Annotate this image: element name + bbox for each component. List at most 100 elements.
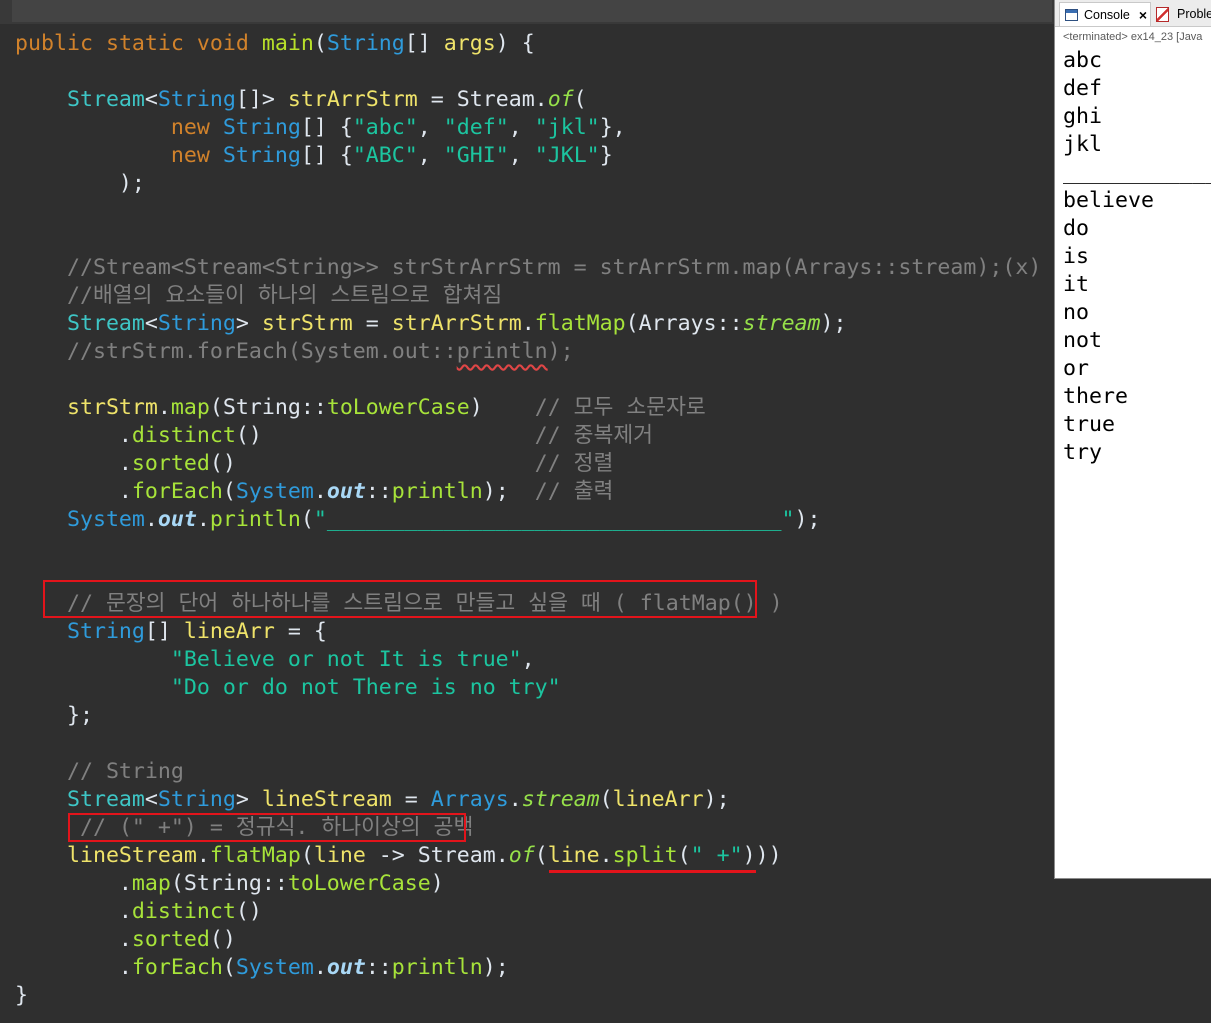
method-token[interactable]: distinct bbox=[132, 423, 236, 448]
code-text[interactable] bbox=[15, 759, 67, 784]
code-text[interactable]: , bbox=[418, 115, 444, 140]
keyword-token[interactable]: new bbox=[171, 115, 210, 140]
code-text[interactable]: > bbox=[236, 311, 262, 336]
code-text[interactable] bbox=[184, 31, 197, 56]
comment-flagged-token[interactable]: println bbox=[457, 339, 548, 364]
code-text[interactable]: . bbox=[314, 955, 327, 980]
comment[interactable]: // 정렬 bbox=[535, 451, 614, 476]
code-text[interactable] bbox=[15, 647, 171, 672]
code-text[interactable] bbox=[15, 143, 171, 168]
code-text[interactable]: }, bbox=[600, 115, 626, 140]
code-line[interactable] bbox=[0, 730, 1054, 758]
code-text[interactable]: . bbox=[15, 451, 132, 476]
code-area[interactable]: public static void main(String[] args) {… bbox=[0, 30, 1054, 1023]
code-line[interactable]: "Believe or not It is true", bbox=[0, 646, 1054, 674]
static-method-token[interactable]: of bbox=[548, 87, 574, 112]
code-text[interactable]: . bbox=[158, 395, 171, 420]
code-text[interactable]: . bbox=[522, 311, 535, 336]
tab-console[interactable]: Console × bbox=[1059, 2, 1151, 26]
string-literal[interactable]: "Believe or not It is true" bbox=[171, 647, 522, 672]
code-line[interactable]: System.out.println("____________________… bbox=[0, 506, 1054, 534]
class-name-token[interactable]: String bbox=[223, 115, 301, 140]
code-text[interactable] bbox=[15, 843, 67, 868]
code-line[interactable]: ); bbox=[0, 170, 1054, 198]
comment[interactable]: // 모두 소문자로 bbox=[535, 395, 706, 420]
code-text[interactable]: = { bbox=[275, 619, 327, 644]
static-field-token[interactable]: out bbox=[327, 479, 366, 504]
comment[interactable]: //strStrm.forEach(System.out:: bbox=[67, 339, 457, 364]
comment[interactable]: //Stream<Stream<String>> strStrArrStrm =… bbox=[67, 255, 1041, 280]
code-text[interactable]: = bbox=[353, 311, 392, 336]
code-line[interactable]: strStrm.map(String::toLowerCase) // 모두 소… bbox=[0, 394, 1054, 422]
method-token[interactable]: println bbox=[210, 507, 301, 532]
code-line[interactable]: .sorted() bbox=[0, 926, 1054, 954]
method-token[interactable]: map bbox=[171, 395, 210, 420]
code-text[interactable]: . bbox=[145, 507, 158, 532]
code-text[interactable]: ))) bbox=[743, 843, 782, 868]
code-line[interactable]: }; bbox=[0, 702, 1054, 730]
code-line[interactable] bbox=[0, 534, 1054, 562]
method-declaration-token[interactable]: main bbox=[262, 31, 314, 56]
code-line[interactable] bbox=[0, 366, 1054, 394]
string-literal[interactable]: "abc" bbox=[353, 115, 418, 140]
static-field-token[interactable]: out bbox=[158, 507, 197, 532]
keyword-token[interactable]: public bbox=[15, 31, 93, 56]
code-text[interactable]: ( bbox=[301, 843, 314, 868]
class-name-token[interactable]: String bbox=[67, 619, 145, 644]
code-text[interactable]: :: bbox=[366, 955, 392, 980]
string-literal[interactable]: "Do or do not There is no try" bbox=[171, 675, 561, 700]
code-line[interactable]: .distinct() bbox=[0, 898, 1054, 926]
code-line[interactable]: //Stream<Stream<String>> strStrArrStrm =… bbox=[0, 254, 1054, 282]
class-name-token[interactable]: String bbox=[158, 311, 236, 336]
keyword-token[interactable]: void bbox=[197, 31, 249, 56]
code-text[interactable] bbox=[15, 255, 67, 280]
static-method-token[interactable]: of bbox=[509, 843, 535, 868]
code-text[interactable]: ) bbox=[470, 395, 535, 420]
code-text[interactable]: . bbox=[509, 787, 522, 812]
code-text[interactable]: , bbox=[509, 143, 535, 168]
code-line[interactable]: Stream<String> lineStream = Arrays.strea… bbox=[0, 786, 1054, 814]
code-line[interactable]: .distinct() // 중복제거 bbox=[0, 422, 1054, 450]
code-editor[interactable]: public static void main(String[] args) {… bbox=[0, 0, 1054, 1023]
variable-token[interactable]: lineStream bbox=[262, 787, 392, 812]
code-text[interactable]: ( bbox=[574, 87, 587, 112]
console-panel[interactable]: Console × Probler <terminated> ex14_23 [… bbox=[1054, 0, 1211, 879]
code-text[interactable]: ( bbox=[301, 507, 314, 532]
code-text[interactable] bbox=[15, 283, 67, 308]
code-text[interactable]: } bbox=[600, 143, 613, 168]
code-text[interactable] bbox=[15, 311, 67, 336]
code-text[interactable]: ( bbox=[678, 843, 691, 868]
code-text[interactable]: () bbox=[210, 451, 535, 476]
code-text[interactable] bbox=[15, 619, 67, 644]
code-text[interactable] bbox=[93, 31, 106, 56]
code-text[interactable]: . bbox=[15, 955, 132, 980]
comment[interactable]: // 출력 bbox=[535, 479, 614, 504]
comment[interactable]: ); bbox=[548, 339, 574, 364]
code-text[interactable] bbox=[15, 395, 67, 420]
static-method-token[interactable]: stream bbox=[743, 311, 821, 336]
code-text[interactable]: -> Stream. bbox=[366, 843, 509, 868]
method-token[interactable]: map bbox=[132, 871, 171, 896]
static-field-token[interactable]: out bbox=[327, 955, 366, 980]
string-literal[interactable]: "GHI" bbox=[444, 143, 509, 168]
code-text[interactable]: } bbox=[15, 983, 28, 1008]
code-text[interactable]: [] bbox=[405, 31, 444, 56]
code-line[interactable]: .map(String::toLowerCase) bbox=[0, 870, 1054, 898]
method-token[interactable]: println bbox=[392, 479, 483, 504]
code-text[interactable]: < bbox=[145, 87, 158, 112]
class-name-token[interactable]: String bbox=[158, 787, 236, 812]
class-name-token[interactable]: Arrays bbox=[431, 787, 509, 812]
code-line[interactable]: // String bbox=[0, 758, 1054, 786]
interface-name-token[interactable]: Stream bbox=[67, 787, 145, 812]
string-literal[interactable]: "JKL" bbox=[535, 143, 600, 168]
variable-token[interactable]: line bbox=[314, 843, 366, 868]
method-token[interactable]: sorted bbox=[132, 927, 210, 952]
code-text[interactable]: . bbox=[15, 871, 132, 896]
code-text[interactable] bbox=[210, 115, 223, 140]
code-text[interactable]: (String:: bbox=[210, 395, 327, 420]
variable-token[interactable]: strStrm bbox=[262, 311, 353, 336]
code-text[interactable]: ) bbox=[431, 871, 444, 896]
code-line[interactable]: .sorted() // 정렬 bbox=[0, 450, 1054, 478]
static-method-token[interactable]: stream bbox=[522, 787, 600, 812]
code-line[interactable]: "Do or do not There is no try" bbox=[0, 674, 1054, 702]
